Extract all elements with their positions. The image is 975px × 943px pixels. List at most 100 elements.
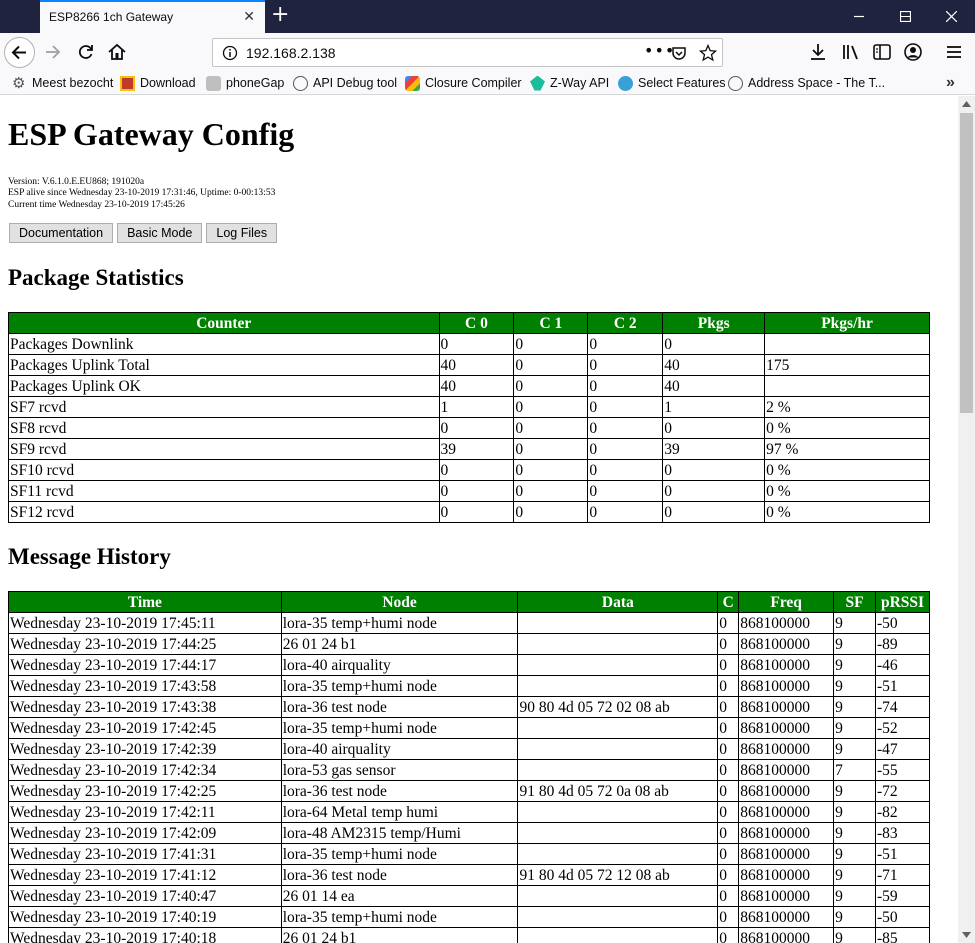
- tab-title: ESP8266 1ch Gateway: [49, 10, 174, 24]
- table-cell: 0: [717, 759, 740, 781]
- home-icon[interactable]: [107, 42, 127, 62]
- minimize-button[interactable]: [836, 0, 882, 33]
- table-cell: [517, 675, 719, 697]
- table-cell: 9: [833, 885, 876, 907]
- history-row: Wednesday 23-10-2019 17:45:11 lora-35 tem…: [8, 612, 930, 634]
- scroll-down-icon[interactable]: [962, 932, 971, 938]
- scrollbar-thumb[interactable]: [960, 113, 973, 413]
- table-cell: lora-48 AM2315 temp/Humi: [280, 822, 519, 844]
- sidebar-icon[interactable]: [872, 42, 892, 62]
- back-button[interactable]: [4, 37, 35, 68]
- bookmark-address-space[interactable]: Address Space - The T...: [728, 74, 885, 92]
- table-cell: 91 80 4d 05 72 12 08 ab: [517, 864, 719, 886]
- history-row: Wednesday 23-10-2019 17:42:25 lora-36 tes…: [8, 780, 930, 802]
- bookmark-download[interactable]: Download: [120, 74, 196, 92]
- table-cell: -72: [875, 780, 930, 802]
- history-row: Wednesday 23-10-2019 17:44:17 lora-40 air…: [8, 654, 930, 676]
- bookmark-star-icon[interactable]: [699, 44, 717, 62]
- table-cell: Wednesday 23-10-2019 17:44:25: [8, 633, 282, 655]
- table-cell: 868100000: [738, 927, 835, 943]
- url-bar[interactable]: 192.168.2.138 •••: [212, 38, 723, 67]
- table-cell: Packages Downlink: [8, 333, 440, 355]
- table-cell: SF8 rcvd: [8, 417, 440, 439]
- table-cell: 0: [513, 396, 589, 418]
- table-cell: [517, 801, 719, 823]
- bookmark-label: Address Space - The T...: [748, 76, 886, 90]
- table-cell: 868100000: [738, 717, 835, 739]
- table-cell: SF12 rcvd: [8, 501, 440, 523]
- bookmarks-overflow-icon[interactable]: »: [946, 74, 955, 92]
- bookmark-z-way-api[interactable]: Z-Way API: [530, 74, 609, 92]
- documentation-button[interactable]: Documentation: [9, 223, 114, 243]
- stats-row: SF7 rcvd 1 0 0 1 2 %: [8, 396, 930, 418]
- google-icon: [405, 75, 420, 91]
- table-cell: [764, 333, 930, 355]
- table-cell: 1: [438, 396, 515, 418]
- table-cell: SF10 rcvd: [8, 459, 440, 481]
- table-cell: -52: [875, 717, 930, 739]
- table-cell: 0: [438, 459, 515, 481]
- table-cell: 40: [662, 354, 766, 376]
- bookmark-label: Meest bezocht: [32, 76, 114, 90]
- page-content: ESP Gateway Config Version: V.6.1.0.E.EU…: [0, 96, 958, 943]
- table-cell: 868100000: [738, 696, 835, 718]
- close-window-button[interactable]: [928, 0, 974, 33]
- navigation-toolbar: 192.168.2.138 •••: [0, 33, 975, 71]
- scroll-up-icon[interactable]: [962, 101, 971, 107]
- basic-mode-button[interactable]: Basic Mode: [117, 223, 203, 243]
- phonegap-icon: [206, 75, 221, 91]
- table-cell: 26 01 14 ea: [280, 885, 519, 907]
- bookmark-most-visited[interactable]: ⚙ Meest bezocht: [12, 74, 113, 92]
- table-cell: 868100000: [738, 843, 835, 865]
- table-cell: 0: [438, 333, 515, 355]
- stats-row: Packages Downlink 0 0 0 0: [8, 333, 930, 355]
- table-cell: 0: [513, 333, 589, 355]
- version-text: Version: V.6.1.0.E.EU868; 191020a: [8, 177, 145, 187]
- info-icon[interactable]: [222, 45, 238, 61]
- table-cell: 0: [587, 333, 664, 355]
- account-icon[interactable]: [903, 42, 923, 62]
- table-cell: 868100000: [738, 780, 835, 802]
- reload-icon[interactable]: [76, 42, 96, 62]
- table-cell: 9: [833, 675, 876, 697]
- table-cell: 90 80 4d 05 72 02 08 ab: [517, 696, 719, 718]
- table-cell: lora-35 temp+humi node: [280, 675, 519, 697]
- table-cell: 0: [587, 375, 664, 397]
- table-cell: 0: [513, 438, 589, 460]
- bookmark-select-features[interactable]: Select Features: [618, 74, 726, 92]
- history-row: Wednesday 23-10-2019 17:42:09 lora-48 AM2…: [8, 822, 930, 844]
- new-tab-icon[interactable]: +: [271, 3, 289, 27]
- column-header: pRSSI: [875, 591, 930, 613]
- log-files-button[interactable]: Log Files: [206, 223, 278, 243]
- table-cell: 0: [717, 864, 740, 886]
- uptime-text: ESP alive since Wednesday 23-10-2019 17:…: [8, 188, 276, 199]
- vertical-scrollbar[interactable]: [958, 96, 975, 943]
- menu-icon[interactable]: [944, 42, 964, 62]
- pocket-icon[interactable]: [671, 45, 687, 61]
- url-text[interactable]: 192.168.2.138: [246, 45, 336, 61]
- table-cell: -50: [875, 906, 930, 928]
- forward-arrow-icon[interactable]: [43, 42, 63, 62]
- table-cell: -51: [875, 675, 930, 697]
- table-cell: 9: [833, 612, 876, 634]
- library-icon[interactable]: [841, 42, 861, 62]
- bookmark-closure-compiler[interactable]: Closure Compiler: [405, 74, 522, 92]
- table-cell: 0: [587, 354, 664, 376]
- history-row: Wednesday 23-10-2019 17:42:34 lora-53 gas…: [8, 759, 930, 781]
- maximize-button[interactable]: [882, 0, 928, 33]
- close-tab-icon[interactable]: ✕: [243, 9, 255, 25]
- stats-row: SF8 rcvd 0 0 0 0 0 %: [8, 417, 930, 439]
- bookmark-label: Z-Way API: [550, 76, 610, 90]
- table-cell: Wednesday 23-10-2019 17:40:47: [8, 885, 282, 907]
- bookmark-api-debug-tool[interactable]: API Debug tool: [293, 74, 397, 92]
- downloads-icon[interactable]: [808, 42, 828, 62]
- history-row: Wednesday 23-10-2019 17:43:38 lora-36 tes…: [8, 696, 930, 718]
- table-cell: 0: [717, 612, 740, 634]
- table-cell: 0: [587, 480, 664, 502]
- table-cell: 9: [833, 906, 876, 928]
- current-time-text: Current time Wednesday 23-10-2019 17:45:…: [8, 199, 185, 210]
- table-cell: 0 %: [764, 501, 930, 523]
- bookmark-phonegap[interactable]: phoneGap: [206, 74, 284, 92]
- browser-tab[interactable]: ESP8266 1ch Gateway ✕: [40, 0, 265, 33]
- globe-icon: [728, 75, 743, 91]
